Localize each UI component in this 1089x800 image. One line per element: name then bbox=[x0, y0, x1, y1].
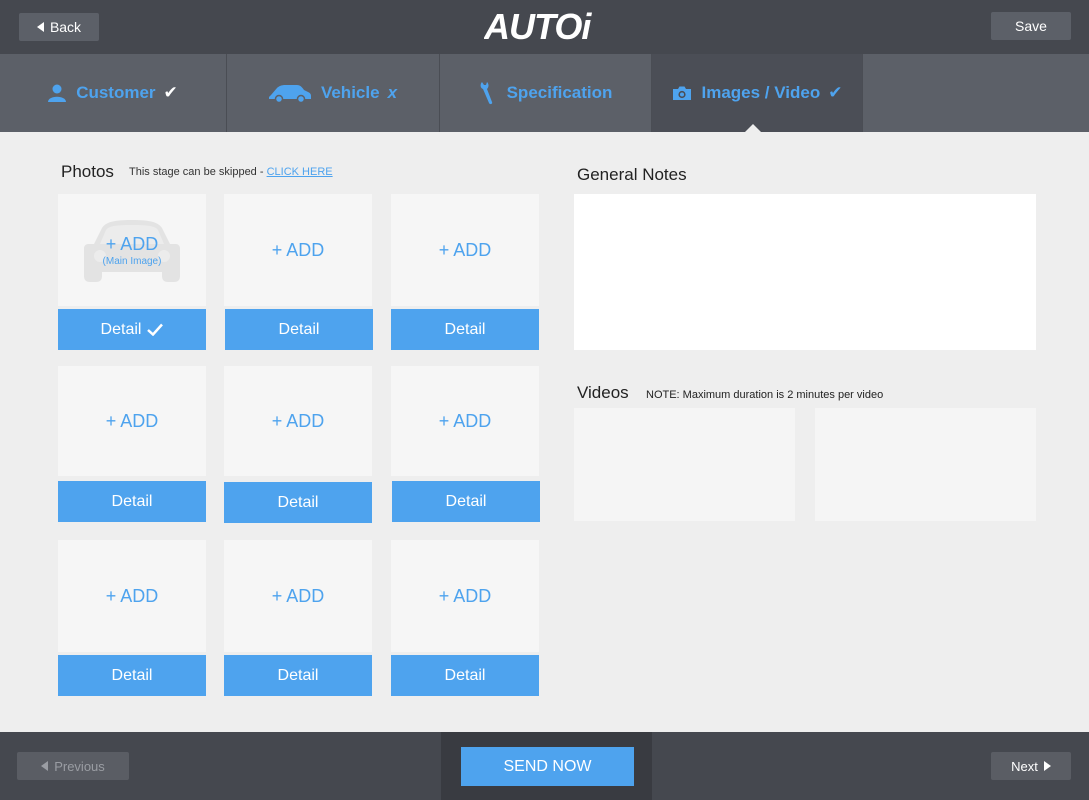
video-slot-1[interactable] bbox=[574, 408, 795, 521]
add-photo-label: + ADD bbox=[438, 410, 492, 431]
svg-text:AUTOi: AUTOi bbox=[484, 6, 592, 46]
save-button-label: Save bbox=[1015, 18, 1047, 34]
detail-button-label: Detail bbox=[444, 320, 486, 338]
add-photo-label: + ADD bbox=[438, 239, 492, 260]
tab-specification-label: Specification bbox=[506, 83, 613, 102]
tab-vehicle-label: Vehicle bbox=[320, 83, 380, 102]
video-duration-note: NOTE: Maximum duration is 2 minutes per … bbox=[646, 389, 884, 401]
back-button-label: Back bbox=[49, 19, 82, 35]
wrench-icon bbox=[479, 81, 497, 105]
photo-slot: + ADD Detail bbox=[58, 540, 206, 696]
general-notes-title: General Notes bbox=[577, 165, 687, 184]
photo-slot: + ADD Detail bbox=[224, 366, 372, 523]
skip-note-text: This stage can be skipped - bbox=[129, 166, 267, 178]
top-bar: Back AUTOi Save bbox=[0, 0, 1089, 54]
detail-button[interactable]: Detail bbox=[58, 309, 206, 350]
previous-button[interactable]: Previous bbox=[17, 752, 129, 780]
cross-icon: x bbox=[387, 83, 398, 102]
active-tab-pointer bbox=[745, 124, 761, 132]
detail-button-label: Detail bbox=[111, 492, 153, 510]
detail-button[interactable]: Detail bbox=[392, 481, 540, 522]
detail-button[interactable]: Detail bbox=[224, 655, 372, 696]
photo-add-area[interactable]: + ADD bbox=[58, 540, 206, 652]
save-button[interactable]: Save bbox=[991, 12, 1071, 40]
detail-button[interactable]: Detail bbox=[225, 309, 373, 350]
add-photo-label: + ADD bbox=[105, 410, 159, 431]
detail-button-label: Detail bbox=[277, 666, 319, 684]
add-photo-label: + ADD bbox=[271, 239, 325, 260]
previous-arrow-icon bbox=[41, 761, 49, 771]
general-notes-input[interactable] bbox=[574, 194, 1036, 350]
photo-slot: + ADD Detail bbox=[224, 194, 373, 350]
photo-slot: + ADD Detail bbox=[391, 366, 540, 522]
photo-add-area[interactable]: + ADD bbox=[58, 366, 206, 476]
detail-button[interactable]: Detail bbox=[391, 309, 539, 350]
photo-slot-main: + ADD (Main Image) Detail bbox=[58, 194, 206, 350]
photo-slot: + ADD Detail bbox=[224, 540, 372, 696]
tab-specification[interactable]: Specification bbox=[440, 54, 652, 132]
tab-customer[interactable]: Customer ✔ bbox=[0, 54, 227, 132]
detail-button[interactable]: Detail bbox=[224, 482, 372, 523]
back-arrow-icon bbox=[36, 22, 44, 32]
main-image-label: (Main Image) bbox=[102, 255, 162, 267]
add-photo-label: + ADD bbox=[105, 585, 159, 606]
photo-slot: + ADD Detail bbox=[58, 366, 206, 522]
app-logo: AUTOi bbox=[483, 6, 604, 47]
photo-add-area[interactable]: + ADD bbox=[224, 366, 372, 476]
video-slot-2[interactable] bbox=[815, 408, 1036, 521]
skip-link[interactable]: CLICK HERE bbox=[267, 166, 333, 178]
photo-add-area[interactable]: + ADD bbox=[391, 540, 539, 652]
detail-button[interactable]: Detail bbox=[391, 655, 539, 696]
next-arrow-icon bbox=[1043, 761, 1051, 771]
detail-button-label: Detail bbox=[277, 493, 319, 511]
photo-add-area[interactable]: + ADD (Main Image) bbox=[58, 194, 206, 306]
tab-customer-label: Customer bbox=[76, 83, 156, 102]
skip-note: This stage can be skipped - CLICK HERE bbox=[129, 166, 333, 178]
add-photo-label: + ADD bbox=[105, 233, 159, 254]
detail-button-label: Detail bbox=[444, 666, 486, 684]
person-icon bbox=[48, 84, 67, 102]
check-icon bbox=[147, 323, 164, 336]
photos-title: Photos bbox=[61, 162, 114, 181]
send-now-button[interactable]: SEND NOW bbox=[461, 747, 634, 786]
camera-icon bbox=[672, 85, 692, 101]
photo-add-area[interactable]: + ADD bbox=[224, 540, 372, 652]
next-button[interactable]: Next bbox=[991, 752, 1071, 780]
add-photo-label: + ADD bbox=[271, 585, 325, 606]
tab-vehicle[interactable]: Vehicle x bbox=[227, 54, 440, 132]
add-photo-label: + ADD bbox=[271, 410, 325, 431]
check-icon: ✔ bbox=[828, 83, 843, 102]
photo-add-area[interactable]: + ADD bbox=[224, 194, 372, 306]
detail-button[interactable]: Detail bbox=[58, 655, 206, 696]
add-photo-label: + ADD bbox=[438, 585, 492, 606]
photo-slot: + ADD Detail bbox=[391, 194, 539, 350]
detail-button-label: Detail bbox=[445, 492, 487, 510]
photo-add-area[interactable]: + ADD bbox=[391, 194, 539, 306]
tab-images-video[interactable]: Images / Video ✔ bbox=[652, 54, 863, 132]
previous-button-label: Previous bbox=[54, 758, 105, 774]
photo-add-area[interactable]: + ADD bbox=[391, 366, 539, 476]
check-icon: ✔ bbox=[163, 83, 178, 102]
next-button-label: Next bbox=[1011, 758, 1038, 774]
car-icon bbox=[268, 83, 311, 103]
tab-images-video-label: Images / Video bbox=[701, 83, 821, 102]
detail-button[interactable]: Detail bbox=[58, 481, 206, 522]
send-now-label: SEND NOW bbox=[503, 757, 592, 775]
autoi-logo-icon: AUTOi bbox=[483, 6, 593, 47]
videos-title: Videos bbox=[577, 383, 629, 402]
detail-button-label: Detail bbox=[100, 320, 142, 338]
detail-button-label: Detail bbox=[278, 320, 320, 338]
back-button[interactable]: Back bbox=[19, 13, 99, 41]
detail-button-label: Detail bbox=[111, 666, 153, 684]
step-tabs: Customer ✔ Vehicle x Specification Image… bbox=[0, 54, 1089, 132]
photo-slot: + ADD Detail bbox=[391, 540, 539, 696]
